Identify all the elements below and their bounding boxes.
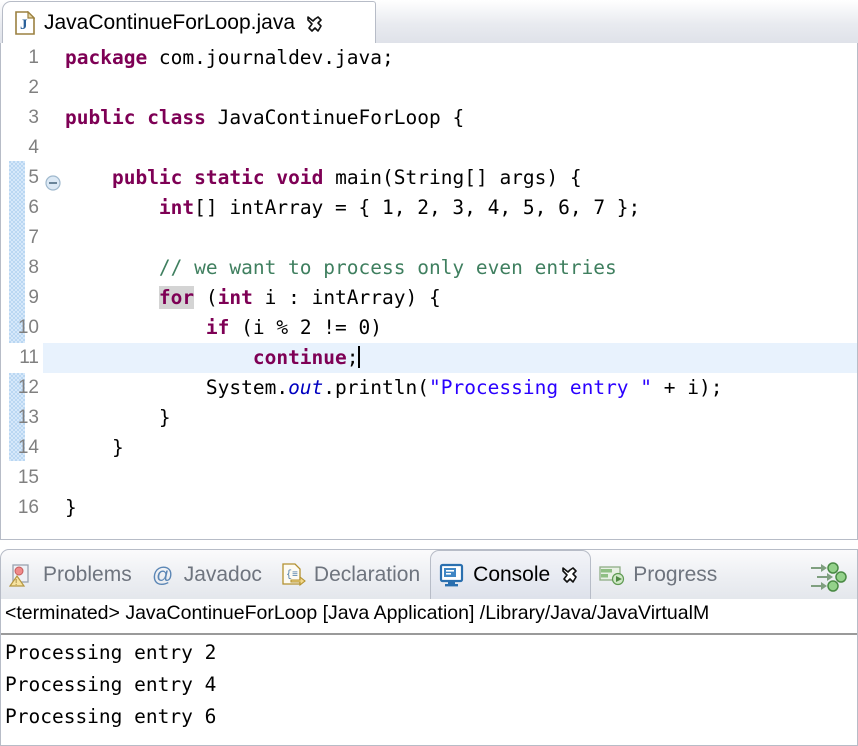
bottom-tab-label: Console: [473, 563, 550, 587]
code-line[interactable]: 3 public class JavaContinueForLoop {: [1, 103, 858, 133]
code-line[interactable]: 14 }: [1, 433, 858, 463]
declaration-icon: {≡: [280, 562, 306, 588]
source-code[interactable]: 1 package com.journaldev.java; 23 public cl…: [1, 43, 858, 540]
editor-text-area[interactable]: 1 package com.journaldev.java; 23 public cl…: [0, 43, 858, 540]
code-line[interactable]: 9 for (int i : intArray) {: [1, 283, 858, 313]
line-number: 14: [1, 433, 43, 463]
code-line[interactable]: 10 if (i % 2 != 0): [1, 313, 858, 343]
bottom-tab-console[interactable]: Console: [430, 550, 591, 600]
code-line-text: }: [65, 493, 77, 523]
line-number: 15: [1, 463, 43, 493]
svg-text:@: @: [152, 564, 173, 587]
line-number: 12: [1, 373, 43, 403]
problems-icon: !: [9, 562, 35, 588]
code-line[interactable]: 12 System.out.println("Processing entry …: [1, 373, 858, 403]
bottom-tab-problems[interactable]: ! Problems: [1, 550, 142, 600]
code-line-text: int[] intArray = { 1, 2, 3, 4, 5, 6, 7 }…: [65, 193, 640, 223]
svg-text:!: !: [15, 578, 17, 587]
code-line[interactable]: 16}: [1, 493, 858, 523]
line-number: 7: [1, 223, 43, 253]
close-x-icon[interactable]: [305, 14, 325, 34]
line-number: 1: [1, 43, 43, 73]
console-launch-header: <terminated> JavaContinueForLoop [Java A…: [1, 599, 857, 635]
line-number: 11: [1, 343, 43, 373]
code-line-text: package com.journaldev.java;: [65, 43, 394, 73]
bottom-tab-javadoc[interactable]: @ Javadoc: [142, 550, 272, 600]
code-line[interactable]: 11 continue;: [1, 343, 858, 373]
line-number: 8: [1, 253, 43, 283]
code-line-text: for (int i : intArray) {: [65, 283, 441, 313]
code-line-text: public class JavaContinueForLoop {: [65, 103, 464, 133]
line-number: 13: [1, 403, 43, 433]
console-icon: [439, 562, 465, 588]
bottom-tab-label: Declaration: [314, 563, 420, 587]
editor-tab-bar: J JavaContinueForLoop.java: [0, 0, 858, 43]
bottom-view-panel: ! Problems @ Javadoc {≡ Declaration Console Pro…: [0, 549, 858, 746]
code-line[interactable]: 1 package com.journaldev.java;: [1, 43, 858, 73]
line-number: 9: [1, 283, 43, 313]
editor-tab-label: JavaContinueForLoop.java: [44, 11, 295, 35]
close-x-icon[interactable]: [560, 565, 580, 585]
code-line-text: continue;: [65, 343, 360, 373]
console-output-text: Processing entry 2 Processing entry 4 Pr…: [1, 635, 857, 733]
line-number: 4: [1, 133, 43, 163]
code-line[interactable]: 2: [1, 73, 858, 103]
console-view[interactable]: <terminated> JavaContinueForLoop [Java A…: [0, 599, 858, 746]
code-line-text: public static void main(String[] args) {: [65, 163, 582, 193]
code-line[interactable]: 15: [1, 463, 858, 493]
code-line[interactable]: 8 // we want to process only even entrie…: [1, 253, 858, 283]
text-caret: [358, 346, 360, 368]
pin-console-icon[interactable]: [809, 562, 858, 592]
line-number: 16: [1, 493, 43, 523]
progress-icon: [599, 562, 625, 588]
bottom-tab-label: Progress: [633, 563, 717, 587]
code-line-text: System.out.println("Processing entry " +…: [65, 373, 722, 403]
bottom-tab-label: Javadoc: [184, 563, 262, 587]
svg-text:J: J: [20, 17, 28, 33]
code-line-text: }: [65, 433, 124, 463]
bottom-tab-declaration[interactable]: {≡ Declaration: [272, 550, 430, 600]
line-number: 6: [1, 193, 43, 223]
fold-collapse-icon[interactable]: [45, 170, 61, 186]
line-number: 2: [1, 73, 43, 103]
line-number: 3: [1, 103, 43, 133]
code-line[interactable]: 4: [1, 133, 858, 163]
code-line[interactable]: 13 }: [1, 403, 858, 433]
svg-text:{≡: {≡: [286, 569, 298, 581]
code-line-text: }: [65, 403, 171, 433]
line-number: 10: [1, 313, 43, 343]
java-editor-panel: J JavaContinueForLoop.java 1 package com.…: [0, 0, 858, 540]
bottom-tab-label: Problems: [43, 563, 132, 587]
code-line-text: if (i % 2 != 0): [65, 313, 382, 343]
editor-tab-javacontinueforloop[interactable]: J JavaContinueForLoop.java: [2, 1, 376, 44]
line-number: 5: [1, 163, 43, 193]
bottom-tab-progress[interactable]: Progress: [591, 550, 727, 600]
javadoc-at-icon: @: [150, 562, 176, 588]
code-line[interactable]: 6 int[] intArray = { 1, 2, 3, 4, 5, 6, 7…: [1, 193, 858, 223]
code-line[interactable]: 7: [1, 223, 858, 253]
java-file-icon: J: [15, 11, 35, 35]
code-line-text: // we want to process only even entries: [65, 253, 617, 283]
bottom-view-tab-bar: ! Problems @ Javadoc {≡ Declaration Console Pro…: [0, 549, 858, 599]
code-line[interactable]: 5 public static void main(String[] args)…: [1, 163, 858, 193]
